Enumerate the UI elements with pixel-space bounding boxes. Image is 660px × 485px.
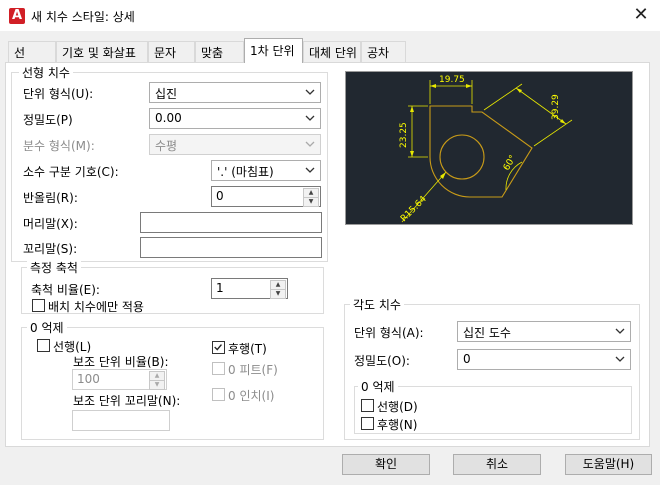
tab-symbols-arrows[interactable]: 기호 및 화살표 [56,41,148,62]
help-button[interactable]: 도움말(H) [565,454,652,475]
round-off-spinner[interactable]: 0 ▲ ▼ [211,186,321,207]
sub-unit-suffix-input [72,410,170,431]
fraction-format-label: 분수 형식(M): [23,139,95,153]
angular-trailing-checkbox[interactable] [361,417,374,430]
preview-part-outline [429,105,533,198]
sub-unit-factor-spinner: 100 ▲ ▼ [72,369,167,390]
checkmark-icon [214,344,222,351]
angular-leading-label: 선행(D) [377,400,418,414]
chevron-down-icon [615,328,625,334]
zero-suppression-legend: 0 억제 [27,319,67,336]
spin-down-icon: ▼ [149,380,165,390]
fraction-format-dropdown: 수평 [149,134,321,155]
angular-precision-label: 정밀도(O): [354,354,410,368]
tab-text[interactable]: 문자 [148,41,195,62]
layout-only-checkbox[interactable] [32,299,45,312]
angular-trailing-label: 후행(N) [377,418,418,432]
angular-unit-format-dropdown[interactable]: 십진 도수 [457,321,631,342]
zero-inches-checkbox [212,388,225,401]
spin-down-icon[interactable]: ▼ [303,197,319,207]
preview-dim-angle: 60° [502,154,519,173]
tab-fit[interactable]: 맞춤 [195,41,244,62]
chevron-down-icon [305,141,315,147]
angular-precision-dropdown[interactable]: 0 [457,349,631,370]
app-logo-icon: A [9,8,25,24]
prefix-input[interactable] [140,212,322,233]
chevron-down-icon [305,89,315,95]
close-button[interactable]: ✕ [627,2,655,28]
round-off-label: 반올림(R): [23,191,78,205]
suffix-input[interactable] [140,237,322,258]
chevron-down-icon [305,167,315,173]
scale-factor-value: 1 [216,281,224,295]
angular-dimensions-legend: 각도 치수 [350,296,404,313]
angular-unit-format-label: 단위 형식(A): [354,326,424,340]
chevron-down-icon [615,356,625,362]
precision-value: 0.00 [155,111,182,125]
spin-down-icon[interactable]: ▼ [270,289,286,299]
unit-format-value: 십진 [155,87,178,101]
leading-checkbox[interactable] [37,339,50,352]
angular-precision-value: 0 [463,352,471,366]
decimal-separator-label: 소수 구분 기호(C): [23,165,119,179]
zero-feet-checkbox [212,362,225,375]
precision-dropdown[interactable]: 0.00 [149,108,321,129]
tab-alternate-units[interactable]: 대체 단위 [303,41,361,62]
scale-factor-label: 축척 비율(E): [31,283,100,297]
measurement-scale-legend: 측정 축척 [27,259,81,276]
chevron-down-icon [305,115,315,121]
round-off-value: 0 [216,189,224,203]
preview-hole-circle [439,134,485,180]
sub-unit-factor-label: 보조 단위 비율(B): [73,355,169,369]
preview-dim-radius: R15.64 [399,194,429,224]
preview-dim-aligned: 39.29 [551,94,561,120]
window-title: 새 치수 스타일: 상세 [31,10,135,24]
tab-lines[interactable]: 선 [8,41,56,62]
ok-button[interactable]: 확인 [342,454,430,475]
linear-dimensions-legend: 선형 치수 [19,64,73,81]
angular-leading-checkbox[interactable] [361,399,374,412]
preview-drawing: 19.75 23.25 39.29 60° R15.64 [399,75,573,224]
unit-format-label: 단위 형식(U): [23,87,94,101]
tab-primary-units[interactable]: 1차 단위 [244,38,303,63]
sub-unit-suffix-label: 보조 단위 꼬리말(N): [73,394,181,408]
cancel-button[interactable]: 취소 [453,454,541,475]
tab-tolerances[interactable]: 공차 [361,41,406,62]
preview-dim-height: 23.25 [399,122,409,148]
decimal-separator-value: '.' (마침표) [217,165,274,179]
decimal-separator-dropdown[interactable]: '.' (마침표) [211,160,321,181]
fraction-format-value: 수평 [155,139,178,153]
zero-feet-label: 0 피트(F) [228,363,278,377]
preview-pane: 19.75 23.25 39.29 60° R15.64 [345,71,633,225]
angular-zero-suppression-legend: 0 억제 [358,378,398,395]
zero-inches-label: 0 인치(I) [228,389,275,403]
precision-label: 정밀도(P) [23,113,73,127]
prefix-label: 머리말(X): [23,217,78,231]
trailing-checkbox[interactable] [212,341,225,354]
sub-unit-factor-value: 100 [77,372,100,386]
preview-dim-width: 19.75 [439,75,465,85]
layout-only-label: 배치 치수에만 적용 [48,300,144,314]
unit-format-dropdown[interactable]: 십진 [149,82,321,103]
suffix-label: 꼬리말(S): [23,242,78,256]
angular-unit-format-value: 십진 도수 [463,326,511,340]
trailing-label: 후행(T) [228,342,267,356]
scale-factor-spinner[interactable]: 1 ▲ ▼ [211,278,288,299]
